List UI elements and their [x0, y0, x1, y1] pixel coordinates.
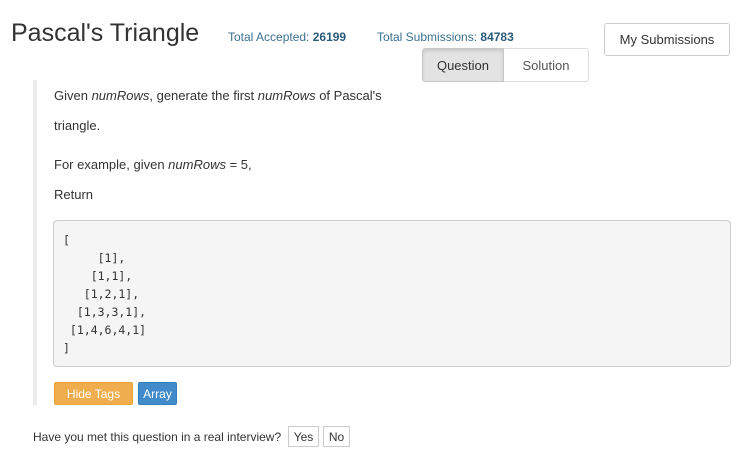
description-text: For example, given — [54, 157, 169, 172]
code-line: [1], — [63, 251, 126, 265]
description-text: of Pascal's — [315, 88, 382, 103]
my-submissions-button[interactable]: My Submissions — [604, 23, 730, 56]
code-line: [1,4,6,4,1] — [63, 323, 147, 337]
numrows-var: numRows — [257, 88, 316, 103]
description-line-3: For example, given numRows = 5, — [54, 157, 252, 172]
description-line-1: Given numRows, generate the first numRow… — [54, 88, 382, 103]
tab-question[interactable]: Question — [422, 48, 504, 82]
numrows-var: numRows — [91, 88, 150, 103]
code-line: [ — [63, 233, 70, 247]
description-text: Given — [54, 88, 92, 103]
question-solution-tabs: Question Solution — [422, 48, 589, 82]
yes-button[interactable]: Yes — [288, 426, 319, 447]
total-accepted-label: Total Accepted: — [228, 30, 310, 44]
description-line-4: Return — [54, 187, 94, 202]
content-left-border — [33, 80, 37, 405]
total-submissions-value: 84783 — [480, 30, 514, 44]
total-submissions-label: Total Submissions: — [377, 30, 478, 44]
no-button[interactable]: No — [323, 426, 350, 447]
example-code-block: [ [1], [1,1], [1,2,1], [1,3,3,1], [1,4,6… — [53, 220, 731, 367]
description-text: , generate the first — [149, 88, 258, 103]
numrows-var: numRows — [168, 157, 226, 172]
total-accepted-stat: Total Accepted: 26199 — [228, 30, 346, 44]
tag-array[interactable]: Array — [138, 382, 177, 405]
total-submissions-stat: Total Submissions: 84783 — [377, 30, 514, 44]
interview-question: Have you met this question in a real int… — [33, 430, 282, 444]
description-text: = 5, — [225, 157, 252, 172]
description-line-2: triangle. — [54, 118, 101, 133]
hide-tags-button[interactable]: Hide Tags — [54, 382, 133, 405]
problem-title: Pascal's Triangle — [11, 19, 200, 47]
code-line: [1,2,1], — [63, 287, 140, 301]
code-line: [1,1], — [63, 269, 133, 283]
code-line: ] — [63, 341, 70, 355]
tab-solution[interactable]: Solution — [504, 48, 589, 82]
code-line: [1,3,3,1], — [63, 305, 147, 319]
total-accepted-value: 26199 — [312, 30, 347, 44]
